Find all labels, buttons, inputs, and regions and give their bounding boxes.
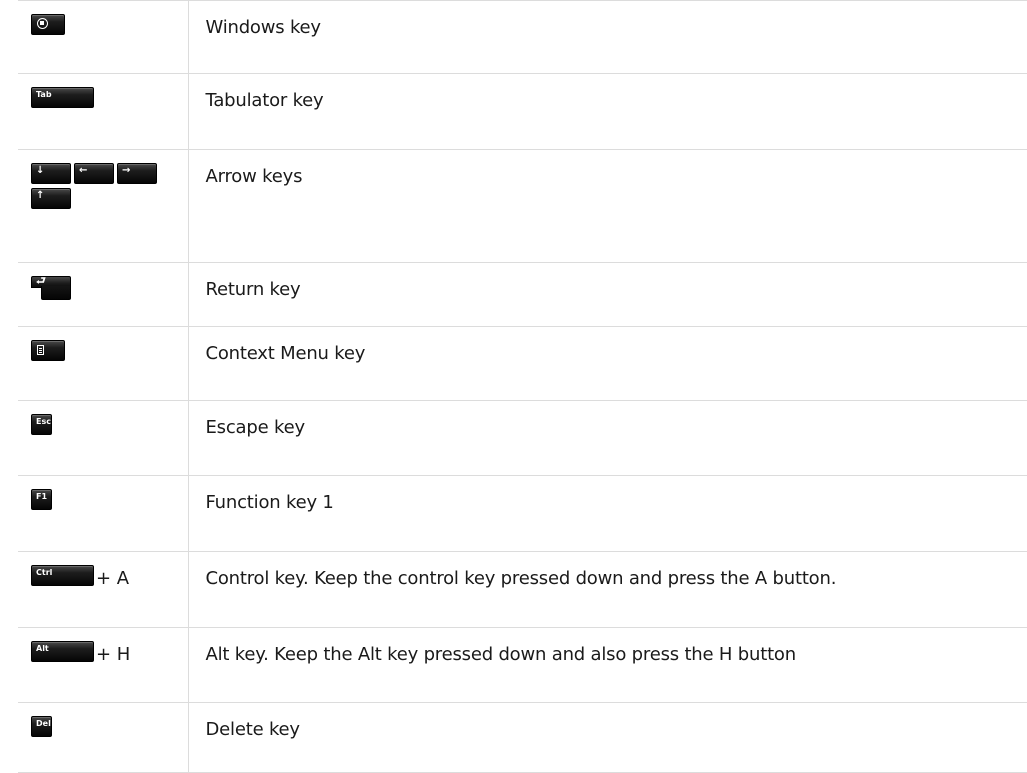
- description-cell: Alt key. Keep the Alt key pressed down a…: [188, 627, 1027, 703]
- key-cell: F1: [18, 475, 189, 552]
- key-cell: ↓ ← → ↑: [18, 149, 189, 263]
- table-row: Esc Escape key: [18, 400, 1027, 476]
- arrow-right-key: →: [117, 163, 157, 184]
- description-cell: Escape key: [188, 400, 1027, 476]
- table-row: Alt + H Alt key. Keep the Alt key pressed…: [18, 627, 1027, 703]
- return-key: ⮐: [31, 274, 71, 300]
- key-combo-suffix: + H: [96, 644, 131, 665]
- description-cell: Context Menu key: [188, 326, 1027, 401]
- description-cell: Arrow keys: [188, 149, 1027, 263]
- keyboard-legend-table: Windows key Tab Tabulator key ↓ ← → ↑ Arro…: [18, 0, 1027, 773]
- key-cell: Tab: [18, 73, 189, 150]
- description-cell: Control key. Keep the control key presse…: [188, 551, 1027, 628]
- ctrl-key: Ctrl: [31, 565, 94, 586]
- table-row: ⮐ Return key: [18, 262, 1027, 327]
- f1-key: F1: [31, 489, 52, 510]
- description-cell: Windows key: [188, 0, 1027, 74]
- arrow-up-key: ↑: [31, 188, 71, 209]
- key-cell: Alt + H: [18, 627, 189, 703]
- key-cell: ⮐: [18, 262, 189, 327]
- tab-key: Tab: [31, 87, 94, 108]
- arrow-keys-row: ↑: [31, 188, 188, 213]
- key-cell: [18, 326, 189, 401]
- key-cell: Del: [18, 702, 189, 773]
- table-row: Context Menu key: [18, 326, 1027, 401]
- context-menu-key: [31, 340, 65, 361]
- delete-key: Del: [31, 716, 52, 737]
- key-combo-suffix: + A: [96, 568, 130, 589]
- return-arrow-icon: ⮐: [36, 274, 46, 287]
- key-cell: Ctrl + A: [18, 551, 189, 628]
- context-menu-icon: [37, 345, 44, 355]
- windows-key: [31, 14, 65, 35]
- description-cell: Function key 1: [188, 475, 1027, 552]
- table-row: Tab Tabulator key: [18, 73, 1027, 150]
- arrow-left-key: ←: [74, 163, 114, 184]
- table-row: Del Delete key: [18, 702, 1027, 773]
- description-cell: Tabulator key: [188, 73, 1027, 150]
- alt-key: Alt: [31, 641, 94, 662]
- description-cell: Return key: [188, 262, 1027, 327]
- escape-key: Esc: [31, 414, 52, 435]
- arrow-keys-row: ↓ ← →: [31, 163, 188, 188]
- table-row: Windows key: [18, 0, 1027, 74]
- description-cell: Delete key: [188, 702, 1027, 773]
- table-row: F1 Function key 1: [18, 475, 1027, 552]
- table-row: Ctrl + A Control key. Keep the control ke…: [18, 551, 1027, 628]
- key-cell: Esc: [18, 400, 189, 476]
- table-row: ↓ ← → ↑ Arrow keys: [18, 149, 1027, 263]
- arrow-down-key: ↓: [31, 163, 71, 184]
- windows-logo-icon: [37, 18, 48, 29]
- key-cell: [18, 0, 189, 74]
